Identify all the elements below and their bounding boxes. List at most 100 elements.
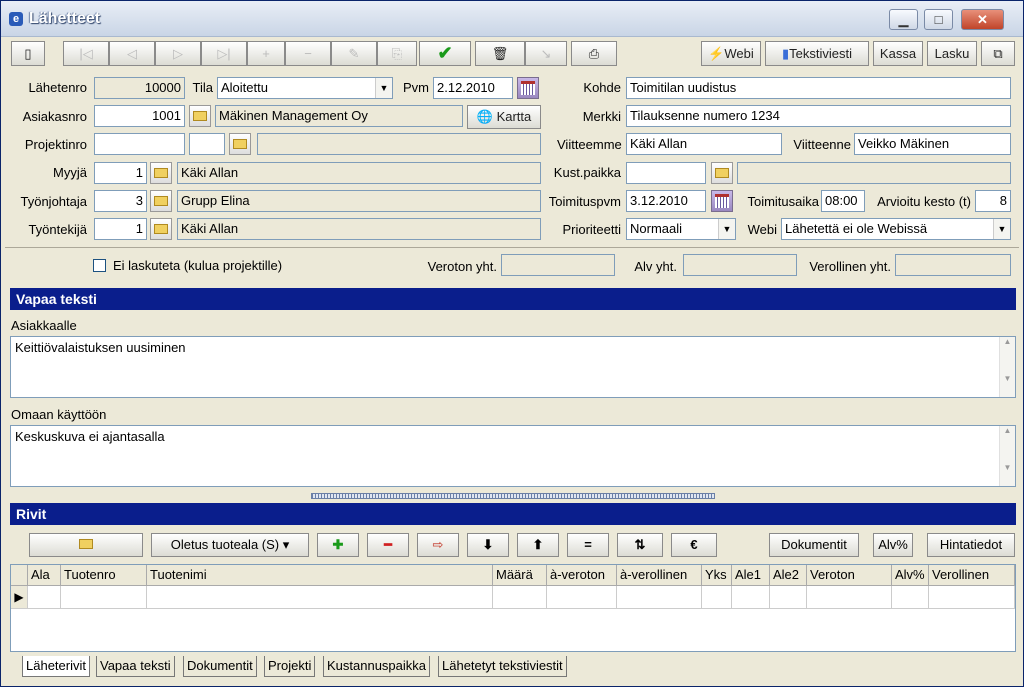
close-button[interactable]: ✕: [961, 9, 1004, 30]
tab-dokumentit[interactable]: Dokumentit: [183, 656, 257, 677]
next-record-icon[interactable]: ▷: [155, 41, 201, 66]
column-header[interactable]: Verollinen: [929, 565, 1015, 586]
edit-icon[interactable]: ✎: [331, 41, 377, 66]
asiakkaalle-textarea[interactable]: Keittiövalaistuksen uusiminen ▲ ▼: [10, 336, 1016, 398]
folder-icon[interactable]: [229, 133, 251, 155]
tyonjohtaja-nro-field[interactable]: 3: [94, 190, 147, 212]
table-cell[interactable]: [807, 586, 892, 609]
column-header[interactable]: Tuotenimi: [147, 565, 493, 586]
table-cell[interactable]: [147, 586, 493, 609]
column-header[interactable]: Ala: [28, 565, 61, 586]
table-cell[interactable]: [493, 586, 547, 609]
add-icon[interactable]: +: [247, 41, 285, 66]
remove-icon[interactable]: −: [285, 41, 331, 66]
folder-icon[interactable]: [150, 218, 172, 240]
kassa-button[interactable]: Kassa: [873, 41, 923, 66]
first-record-icon[interactable]: |◁: [63, 41, 109, 66]
dokumentit-button[interactable]: Dokumentit: [769, 533, 859, 557]
table-cell[interactable]: [702, 586, 732, 609]
arrow-down-icon[interactable]: ⬇: [467, 533, 509, 557]
last-record-icon[interactable]: ▷|: [201, 41, 247, 66]
copy-icon[interactable]: ⎘: [377, 41, 417, 66]
ei-laskuteta-checkbox[interactable]: [93, 259, 106, 272]
tekstiviesti-button[interactable]: ▮Tekstiviesti: [765, 41, 869, 66]
table-cell[interactable]: [28, 586, 61, 609]
column-header[interactable]: Alv%: [892, 565, 929, 586]
myyja-nro-field[interactable]: 1: [94, 162, 147, 184]
table-cell[interactable]: [770, 586, 807, 609]
tuoteala-dropdown[interactable]: Oletus tuoteala (S) ▾: [151, 533, 309, 557]
scrollbar[interactable]: ▲ ▼: [999, 426, 1015, 486]
table-cell[interactable]: [61, 586, 147, 609]
column-header[interactable]: à-veroton: [547, 565, 617, 586]
maximize-button[interactable]: □: [924, 9, 953, 30]
minimize-button[interactable]: ▁: [889, 9, 918, 30]
toimitusaika-field[interactable]: 08:00: [821, 190, 865, 212]
tab-lahetetyt-tekstiviestit[interactable]: Lähetetyt tekstiviestit: [438, 656, 567, 677]
euro-icon[interactable]: €: [671, 533, 717, 557]
webi-button[interactable]: ⚡Webi: [701, 41, 761, 66]
calendar-icon[interactable]: [711, 190, 733, 212]
kartta-button[interactable]: 🌐 Kartta: [467, 105, 541, 129]
lasku-button[interactable]: Lasku: [927, 41, 977, 66]
tab-kustannuspaikka[interactable]: Kustannuspaikka: [323, 656, 431, 677]
alv-button[interactable]: Alv%: [873, 533, 913, 557]
rows-table[interactable]: Ala Tuotenro Tuotenimi Määrä à-veroton à…: [10, 564, 1016, 652]
remove-row-icon[interactable]: ━: [367, 533, 409, 557]
tab-vapaa-teksti[interactable]: Vapaa teksti: [96, 656, 175, 677]
folder-icon[interactable]: [711, 162, 733, 184]
splitter-handle[interactable]: [311, 493, 715, 499]
table-cell[interactable]: [617, 586, 702, 609]
folder-icon[interactable]: [29, 533, 143, 557]
table-cell[interactable]: [929, 586, 1015, 609]
kesto-field[interactable]: 8: [975, 190, 1011, 212]
column-header[interactable]: Yks: [702, 565, 732, 586]
scrollbar[interactable]: ▲ ▼: [999, 337, 1015, 397]
toimituspvm-field[interactable]: 3.12.2010: [626, 190, 706, 212]
row-indicator-icon[interactable]: ▶: [11, 586, 28, 609]
table-cell[interactable]: [732, 586, 770, 609]
column-header[interactable]: Ale2: [770, 565, 807, 586]
confirm-icon[interactable]: ✔: [419, 41, 471, 66]
prioriteetti-select[interactable]: Normaali ▼: [626, 218, 736, 240]
prev-record-icon[interactable]: ◁: [109, 41, 155, 66]
projekti-sub-field[interactable]: [189, 133, 225, 155]
calendar-icon[interactable]: [517, 77, 539, 99]
column-header[interactable]: Tuotenro: [61, 565, 147, 586]
equals-icon[interactable]: =: [567, 533, 609, 557]
column-header[interactable]: Ale1: [732, 565, 770, 586]
chevron-down-icon[interactable]: ▼: [993, 219, 1010, 239]
chevron-down-icon[interactable]: ▼: [375, 78, 392, 98]
chevron-down-icon[interactable]: ▼: [718, 219, 735, 239]
kustpaikka-field[interactable]: [626, 162, 706, 184]
table-cell[interactable]: [547, 586, 617, 609]
column-header[interactable]: Veroton: [807, 565, 892, 586]
hintatiedot-button[interactable]: Hintatiedot: [927, 533, 1015, 557]
asiakasnro-field[interactable]: 1001: [94, 105, 185, 127]
export-row-icon[interactable]: ⇨: [417, 533, 459, 557]
tyontekija-nro-field[interactable]: 1: [94, 218, 147, 240]
tila-select[interactable]: Aloitettu ▼: [217, 77, 393, 99]
viitteenne-field[interactable]: Veikko Mäkinen: [854, 133, 1011, 155]
save-icon[interactable]: ▯: [11, 41, 45, 66]
tab-projekti[interactable]: Projekti: [264, 656, 316, 677]
add-row-icon[interactable]: ✚: [317, 533, 359, 557]
print-icon[interactable]: ⎙: [571, 41, 617, 66]
projektinro-field[interactable]: [94, 133, 185, 155]
arrow-up-icon[interactable]: ⬆: [517, 533, 559, 557]
folder-icon[interactable]: [189, 105, 211, 127]
windows-icon[interactable]: ⧉: [981, 41, 1015, 66]
cancel-icon[interactable]: ↘: [525, 41, 567, 66]
folder-icon[interactable]: [150, 190, 172, 212]
viitteemme-field[interactable]: Käki Allan: [626, 133, 782, 155]
column-header[interactable]: Määrä: [493, 565, 547, 586]
pvm-field[interactable]: 2.12.2010: [433, 77, 513, 99]
merkki-field[interactable]: Tilauksenne numero 1234: [626, 105, 1011, 127]
webi-select[interactable]: Lähetettä ei ole Webissä ▼: [781, 218, 1011, 240]
omaan-textarea[interactable]: Keskuskuva ei ajantasalla ▲ ▼: [10, 425, 1016, 487]
sort-icon[interactable]: ⇅: [617, 533, 663, 557]
kohde-field[interactable]: Toimitilan uudistus: [626, 77, 1011, 99]
table-cell[interactable]: [892, 586, 929, 609]
delete-icon[interactable]: 🗑: [475, 41, 525, 66]
column-header[interactable]: à-verollinen: [617, 565, 702, 586]
